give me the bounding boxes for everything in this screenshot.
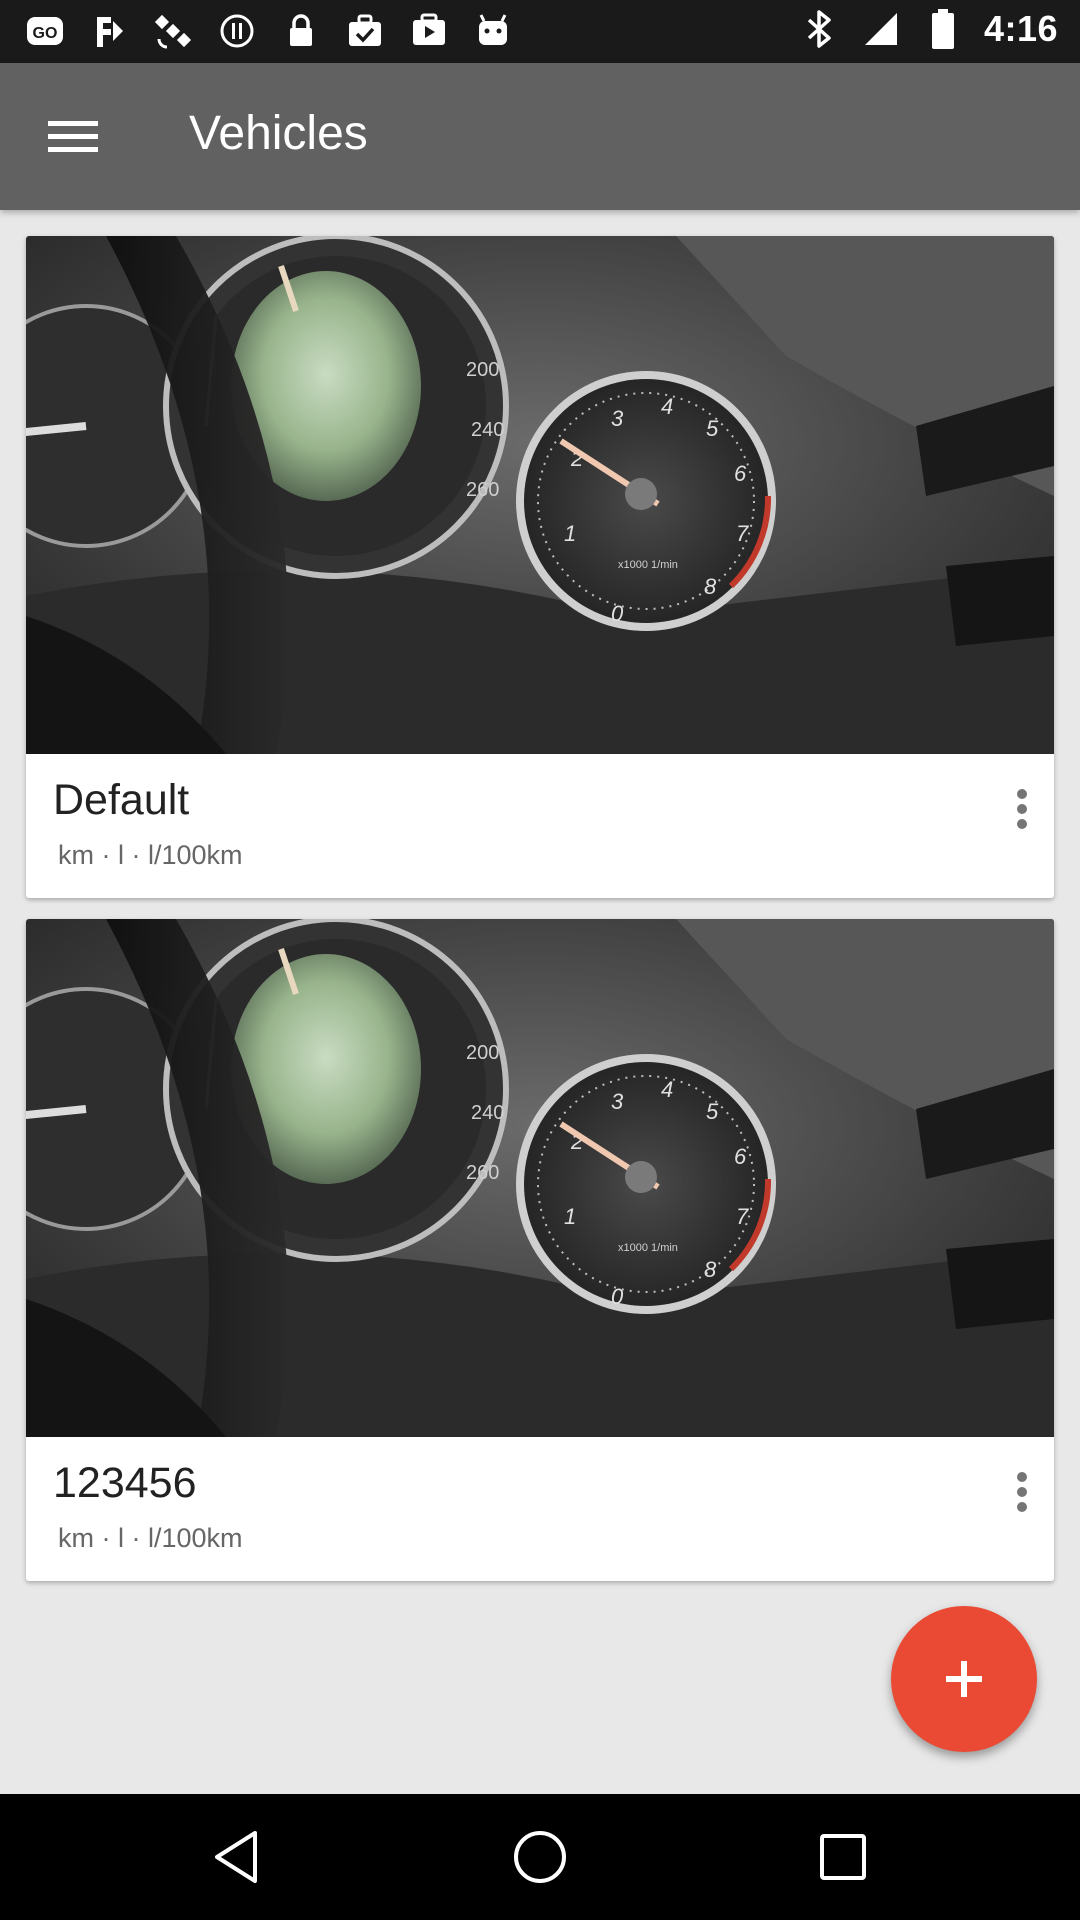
plus-icon <box>946 1661 982 1697</box>
home-icon[interactable] <box>505 1822 575 1892</box>
vehicle-image <box>26 919 1054 1437</box>
play-store-icon <box>408 10 450 52</box>
vehicle-card[interactable]: 123456 km · l · l/100km <box>26 919 1054 1581</box>
satellite-icon <box>152 10 194 52</box>
vehicle-units: km · l · l/100km <box>58 1523 243 1553</box>
vehicle-units: km · l · l/100km <box>58 840 243 870</box>
more-options-icon[interactable] <box>998 1457 1046 1527</box>
status-bar: GO 4:16 <box>0 0 1080 63</box>
navigation-bar <box>0 1794 1080 1920</box>
lock-icon <box>280 10 322 52</box>
briefcase-check-icon <box>344 10 386 52</box>
battery-icon <box>922 8 964 50</box>
bluetooth-icon <box>798 8 840 50</box>
signal-icon <box>860 8 902 50</box>
hamburger-menu-icon[interactable] <box>34 103 112 169</box>
svg-text:GO: GO <box>33 25 58 42</box>
back-icon[interactable] <box>201 1822 271 1892</box>
more-options-icon[interactable] <box>998 774 1046 844</box>
sync-paused-icon <box>216 10 258 52</box>
recents-icon[interactable] <box>808 1822 878 1892</box>
go-app-icon: GO <box>24 10 66 52</box>
app-bar: Vehicles <box>0 63 1080 210</box>
add-vehicle-button[interactable] <box>891 1606 1037 1752</box>
fake-gps-icon <box>88 10 130 52</box>
clock: 4:16 <box>983 8 1058 49</box>
page-title: Vehicles <box>189 107 368 160</box>
vehicle-card[interactable]: Default km · l · l/100km <box>26 236 1054 898</box>
android-icon <box>472 10 514 52</box>
vehicle-image <box>26 236 1054 754</box>
vehicle-name: Default <box>53 776 190 824</box>
vehicle-name: 123456 <box>53 1459 197 1507</box>
